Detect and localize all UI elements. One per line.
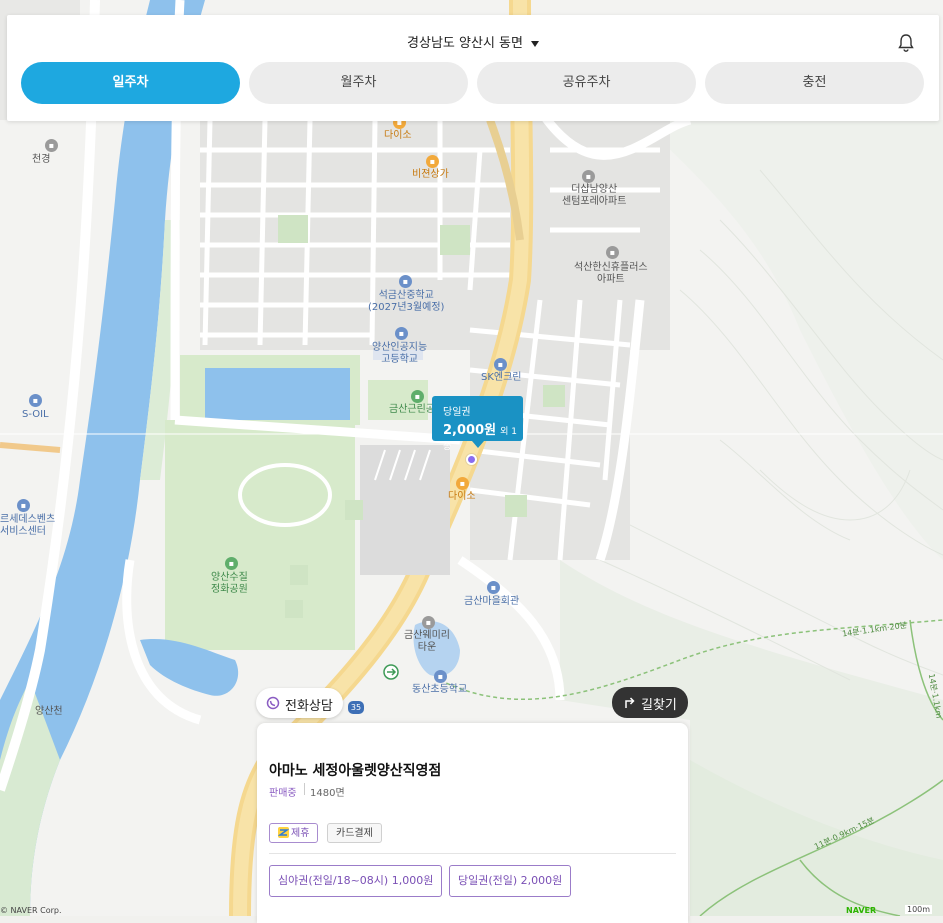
bell-icon[interactable] (897, 33, 915, 53)
divider (269, 853, 676, 854)
map-label-benz: 르세데스벤츠 서비스센터 (0, 514, 56, 537)
map-label-school: 동산초등학교 (412, 684, 468, 695)
map-label-town: 금산웨미리 타운 (404, 630, 450, 653)
car-service-icon: ▪ (17, 499, 30, 512)
apartment-icon: ▪ (582, 170, 595, 183)
gas-station-icon: ▪ (29, 394, 42, 407)
park-icon: ▪ (225, 557, 238, 570)
park-icon: ▪ (411, 390, 424, 403)
map-label-sujeong: 양산수질 정화공원 (211, 572, 248, 595)
map-label-bijeon: 비젼상가 (412, 169, 449, 180)
map-label-soil: S-OIL (22, 409, 49, 420)
map-label-hall: 금산마을회관 (464, 596, 520, 607)
day-ticket-chip[interactable]: 당일권(전일) 2,000원 (449, 865, 572, 897)
parking-type-tabs: 일주차 월주차 공유주차 충전 (21, 62, 924, 104)
building-icon: ▪ (45, 139, 58, 152)
directions-button[interactable]: 길찾기 (612, 687, 688, 718)
map-copyright: © NAVER Corp. (0, 906, 62, 915)
building-icon: ▪ (487, 581, 500, 594)
map-label-seoksan: 석산한신휴플러스 아파트 (574, 262, 648, 285)
turn-right-icon (625, 697, 635, 708)
map-label-seokgeumsan: 석금산중학교 (2027년3월예정) (368, 290, 445, 313)
map-label-deosyap: 더샵남양산 센텀포레아파트 (562, 184, 627, 207)
partner-badge: 제휴 (269, 823, 319, 843)
route-number: 35 (350, 703, 362, 712)
directions-label: 길찾기 (641, 698, 677, 713)
phone-icon (266, 696, 280, 710)
parking-lot-name: 아마노 세정아울렛양산직영점 (269, 763, 442, 779)
location-pin[interactable] (466, 454, 477, 465)
sale-status: 판매중 (269, 788, 297, 799)
map-label-daiso-top: 다이소 (384, 130, 412, 141)
card-payment-badge: 카드결제 (327, 823, 382, 843)
marker-ticket-type: 당일권 (443, 407, 471, 418)
chevron-down-icon (530, 40, 539, 47)
tab-monthly[interactable]: 월주차 (249, 62, 468, 104)
tab-shared[interactable]: 공유주차 (477, 62, 696, 104)
tab-charging[interactable]: 충전 (705, 62, 924, 104)
region-selector[interactable]: 경상남도 양산시 동면 (7, 32, 939, 51)
parking-price-marker[interactable]: 당일권 2,000원 외 1종 (432, 396, 523, 452)
map-label-cheongyeong: 천경 (32, 154, 51, 165)
school-icon: ▪ (395, 327, 408, 340)
map-label-daiso-mid: 다이소 (448, 491, 476, 502)
partner-logo-icon (278, 827, 289, 838)
map-label-yangsancheon: 양산천 (35, 706, 63, 717)
night-ticket-chip[interactable]: 심야권(전일/18~08시) 1,000원 (269, 865, 443, 897)
region-label: 경상남도 양산시 동면 (407, 36, 523, 51)
shopping-icon: ▪ (426, 155, 439, 168)
school-icon: ▪ (434, 670, 447, 683)
apartment-icon: ▪ (606, 246, 619, 259)
marker-price: 2,000원 외 1종 (443, 423, 517, 452)
gas-station-icon: ▪ (494, 358, 507, 371)
phone-consult-button[interactable]: 전화상담 (256, 688, 343, 718)
top-panel: 경상남도 양산시 동면 일주차 월주차 공유주차 충전 (7, 15, 939, 121)
phone-consult-label: 전화상담 (285, 699, 333, 714)
divider (304, 783, 305, 795)
apartment-icon: ▪ (422, 616, 435, 629)
map-scale: 100m (905, 905, 933, 914)
naver-logo: NAVER (846, 906, 877, 915)
parking-spaces: 1480면 (310, 788, 345, 799)
parking-info-card[interactable]: 아마노 세정아울렛양산직영점 판매중 1480면 제휴 카드결제 심야권(전일/… (257, 723, 688, 923)
shopping-icon: ▪ (456, 477, 469, 490)
map-label-sk: SK엔크린 (481, 372, 522, 383)
school-icon: ▪ (399, 275, 412, 288)
tab-daily[interactable]: 일주차 (21, 62, 240, 104)
map-label-yangsan-ai: 양산인공지능 고등학교 (372, 342, 428, 365)
